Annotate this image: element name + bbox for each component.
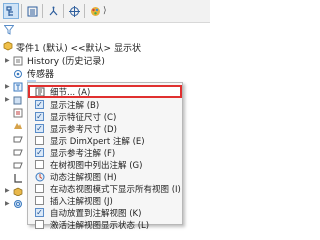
property-manager-icon[interactable] bbox=[24, 3, 40, 19]
tree-node-label: 传感器 bbox=[27, 70, 55, 80]
menu-item-label: 在动态视图模式下显示所有视图 (I) bbox=[50, 184, 181, 195]
menu-item-label: 显示特征尺寸 (C) bbox=[50, 112, 117, 123]
plane-icon bbox=[13, 160, 23, 170]
checkbox-icon[interactable]: ✓ bbox=[35, 208, 44, 217]
annotations-context-menu: 细节... (A) ✓ 显示注解 (B) ✓ 显示特征尺寸 (C) ✓ 显示参考… bbox=[27, 82, 183, 231]
feature-manager-toolbar: ⟩ bbox=[0, 0, 210, 23]
expand-arrow-icon[interactable]: ▶ bbox=[5, 96, 13, 103]
material-icon bbox=[13, 121, 23, 131]
filter-icon[interactable] bbox=[3, 25, 15, 38]
toolbar-more-icon[interactable]: ⟩ bbox=[103, 6, 107, 16]
filter-row bbox=[0, 22, 210, 38]
checkbox-icon[interactable]: ✓ bbox=[35, 112, 44, 121]
history-icon bbox=[13, 56, 23, 66]
tree-root-part[interactable]: 零件1 (默认) <<默认> 显示状 bbox=[0, 40, 210, 54]
display-manager-icon[interactable] bbox=[87, 3, 103, 19]
configuration-manager-icon[interactable] bbox=[45, 3, 61, 19]
dynamic-view-icon bbox=[34, 171, 45, 182]
annotations-icon bbox=[13, 82, 23, 92]
menu-item-activate-view-display-state[interactable]: 激活注解视图显示状态 (L) bbox=[28, 218, 182, 231]
hole-wizard-icon bbox=[13, 199, 23, 209]
menu-item-details[interactable]: 细节... (A) bbox=[28, 85, 182, 98]
plane-icon bbox=[13, 147, 23, 157]
menu-item-label: 显示参考注解 (F) bbox=[50, 148, 116, 159]
details-icon bbox=[34, 86, 45, 97]
toolbar-separator bbox=[21, 4, 22, 18]
dimxpert-icon[interactable] bbox=[66, 3, 82, 19]
solid-bodies-icon bbox=[13, 95, 23, 105]
equations-icon bbox=[13, 108, 23, 118]
tree-node-sensors[interactable]: 传感器 bbox=[0, 67, 210, 80]
expand-arrow-icon[interactable]: ▶ bbox=[5, 57, 13, 64]
tree-node-history[interactable]: ▶ History (历史记录) bbox=[0, 54, 210, 67]
expand-arrow-icon[interactable]: ▶ bbox=[5, 187, 13, 194]
menu-item-label: 细节... (A) bbox=[50, 87, 91, 98]
checkbox-icon[interactable]: ✓ bbox=[35, 148, 44, 157]
feature-manager-icon[interactable] bbox=[3, 3, 19, 19]
menu-item-label: 显示 DimXpert 注解 (E) bbox=[50, 136, 145, 147]
checkbox-icon[interactable] bbox=[35, 184, 44, 193]
checkbox-icon[interactable] bbox=[35, 160, 44, 169]
boss-extrude-icon bbox=[13, 186, 23, 196]
menu-item-label: 在树视图中列出注解 (G) bbox=[50, 160, 143, 171]
menu-item-label: 显示参考尺寸 (D) bbox=[50, 124, 117, 135]
checkbox-icon[interactable] bbox=[35, 136, 44, 145]
sensor-icon bbox=[13, 69, 23, 79]
checkbox-icon[interactable]: ✓ bbox=[35, 100, 44, 109]
expand-arrow-icon[interactable]: ▶ bbox=[5, 200, 13, 207]
toolbar-separator bbox=[42, 4, 43, 18]
origin-icon bbox=[13, 173, 23, 183]
expand-arrow-icon[interactable]: ▶ bbox=[5, 83, 13, 90]
toolbar-separator bbox=[84, 4, 85, 18]
part-icon bbox=[3, 41, 13, 54]
menu-item-label: 激活注解视图显示状态 (L) bbox=[50, 220, 150, 231]
checkbox-icon[interactable]: ✓ bbox=[35, 124, 44, 133]
checkbox-icon[interactable] bbox=[35, 220, 44, 229]
tree-node-label: History (历史记录) bbox=[27, 57, 105, 67]
menu-item-label: 插入注解视图 (J) bbox=[50, 196, 113, 207]
toolbar-separator bbox=[63, 4, 64, 18]
checkbox-icon[interactable] bbox=[35, 196, 44, 205]
plane-icon bbox=[13, 134, 23, 144]
menu-item-label: 自动放置到注解视图 (K) bbox=[50, 208, 142, 219]
tree-root-label: 零件1 (默认) <<默认> 显示状 bbox=[16, 43, 141, 54]
menu-item-label: 显示注解 (B) bbox=[50, 100, 100, 111]
menu-item-label: 动态注解视图 (H) bbox=[50, 172, 117, 183]
